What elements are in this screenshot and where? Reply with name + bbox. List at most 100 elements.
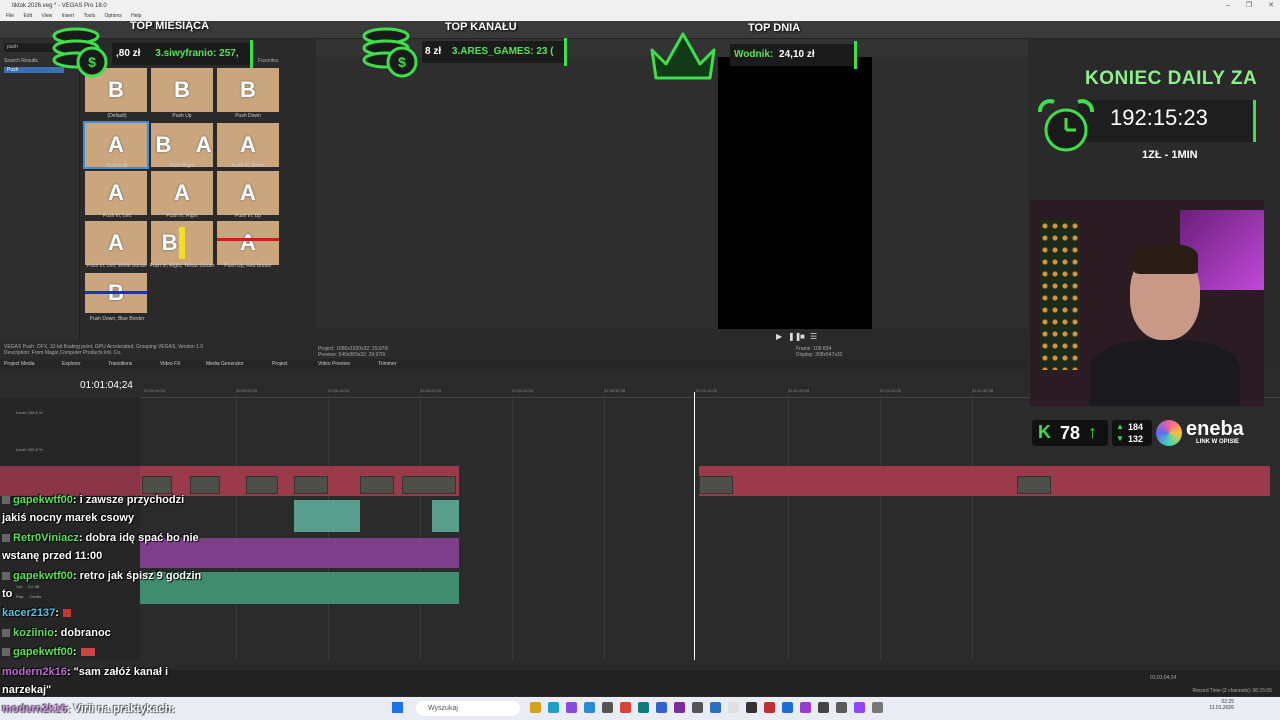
track-header-1[interactable]: Level: 100,0 % xyxy=(0,410,140,415)
menu-file[interactable]: File xyxy=(6,13,14,19)
tab-trimmer[interactable]: Trimmer xyxy=(378,359,396,369)
transition-label: Push In, Right, Yellow Border xyxy=(149,263,215,269)
app-icon[interactable] xyxy=(602,702,613,713)
transition-label: Push Down, Blue Border xyxy=(89,316,145,322)
chat-user: Retr0Viniacz xyxy=(13,532,79,544)
app-icon[interactable] xyxy=(710,702,721,713)
top-day-amount: 24,10 zł xyxy=(779,49,815,60)
app-icon[interactable] xyxy=(728,702,739,713)
folder-icon[interactable] xyxy=(530,702,541,713)
windows-start-icon[interactable] xyxy=(392,702,403,713)
favorites-tab[interactable]: Favorites xyxy=(258,58,279,64)
menu-options[interactable]: Options xyxy=(105,13,122,19)
transition-thumb-push-in-left-white-border[interactable]: A xyxy=(85,221,147,265)
transition-thumb-push-right[interactable]: BA xyxy=(151,123,213,167)
video-clip-2[interactable] xyxy=(294,500,360,532)
tab-project-media[interactable]: Project Media xyxy=(4,359,35,369)
app-icon[interactable] xyxy=(656,702,667,713)
vegas-window: tiktok 2026.veg * - VEGAS Pro 18.0 – ❐ ✕… xyxy=(0,0,1280,720)
tab-project[interactable]: Project xyxy=(272,359,288,369)
menu-edit[interactable]: Edit xyxy=(23,13,32,19)
transition-thumb-push-down[interactable]: B xyxy=(217,68,279,112)
twitch-icon[interactable] xyxy=(854,702,865,713)
minimize-button[interactable]: – xyxy=(1226,2,1230,9)
ruler-tick: 01:00:29;29 xyxy=(420,388,442,393)
clip-thumbnail xyxy=(360,476,394,494)
menu-icon[interactable]: ☰ xyxy=(810,332,817,341)
video-clip-3[interactable] xyxy=(432,500,459,532)
maximize-button[interactable]: ❐ xyxy=(1246,2,1252,9)
app-icon[interactable] xyxy=(800,702,811,713)
chat-user: kacer2137 xyxy=(2,607,56,619)
chat-user: gapekwtf00 xyxy=(13,570,73,582)
app-icon[interactable] xyxy=(836,702,847,713)
track-header-audio[interactable]: Vol: 0,0 dB xyxy=(0,584,140,589)
stop-icon[interactable]: ■ xyxy=(800,332,805,341)
ruler-tick: 01:01:59;28 xyxy=(972,388,994,393)
up-votes-icon: ▲ xyxy=(1116,422,1124,431)
app-icon[interactable] xyxy=(566,702,577,713)
daily-end-title: KONIEC DAILY ZA xyxy=(1085,68,1258,89)
coins-icon: $ xyxy=(362,27,418,78)
person-shirt xyxy=(1090,340,1240,406)
playhead-cursor[interactable] xyxy=(694,392,695,660)
track-header-2[interactable]: Level: 100,0 % xyxy=(0,447,140,452)
menu-tools[interactable]: Tools xyxy=(83,13,95,19)
app-icon[interactable] xyxy=(782,702,793,713)
tab-video-fx[interactable]: Video FX xyxy=(160,359,180,369)
top-channel-box: 8 zł 3.ARES_GAMES: 23 ( xyxy=(422,41,564,63)
chat-text: : i zawsze przychodzi xyxy=(72,494,185,506)
chat-text: : dobra idę spać bo nie xyxy=(78,532,199,544)
clip-thumbnail xyxy=(142,476,172,494)
transition-thumb-push-in-up[interactable]: A xyxy=(217,171,279,215)
tab-video-preview[interactable]: Video Preview xyxy=(318,359,350,369)
play-icon[interactable]: ▶ xyxy=(776,332,782,341)
transition-thumb-push-down-blue-border[interactable]: B xyxy=(85,273,147,313)
transition-thumb-push-up-red-border[interactable]: A xyxy=(217,221,279,265)
svg-text:$: $ xyxy=(88,54,96,70)
transition-thumb-push-in-right-yellow-border[interactable]: B xyxy=(151,221,213,265)
app-icon[interactable] xyxy=(746,702,757,713)
app-icon[interactable] xyxy=(584,702,595,713)
transition-thumb-push-up[interactable]: B xyxy=(151,68,213,112)
app-icon[interactable] xyxy=(674,702,685,713)
video-clip-long[interactable] xyxy=(699,466,1270,496)
app-icon[interactable] xyxy=(872,702,883,713)
app-icon[interactable] xyxy=(818,702,829,713)
taskbar-search-input[interactable]: Wyszukaj xyxy=(416,701,520,716)
track-header-audio-pan[interactable]: Pan: Center xyxy=(0,594,140,599)
transition-thumb-push-left[interactable]: A xyxy=(83,121,149,169)
tab-media-generator[interactable]: Media Generator xyxy=(206,359,244,369)
track-header-video[interactable] xyxy=(0,466,140,496)
menu-view[interactable]: View xyxy=(41,13,52,19)
tab-explorer[interactable]: Explorer xyxy=(62,359,81,369)
close-button[interactable]: ✕ xyxy=(1268,2,1274,9)
taskbar-clock[interactable]: 02:25 11.01.2026 xyxy=(1209,699,1234,711)
menu-insert[interactable]: Insert xyxy=(62,13,75,19)
edge-icon[interactable] xyxy=(548,702,559,713)
badge-icon xyxy=(2,534,10,543)
opera-icon[interactable] xyxy=(620,702,631,713)
transition-thumb-push-in-right[interactable]: A xyxy=(151,171,213,215)
window-title: tiktok 2026.veg * - VEGAS Pro 18.0 xyxy=(12,3,107,9)
vegas-icon[interactable] xyxy=(638,702,649,713)
menu-help[interactable]: Help xyxy=(131,13,141,19)
chat-text: to xyxy=(2,588,13,600)
plugin-description-line: Description: From Magix Computer Product… xyxy=(4,350,122,356)
app-icon[interactable] xyxy=(764,702,775,713)
tab-transitions[interactable]: Transitions xyxy=(108,359,132,369)
app-icon[interactable] xyxy=(692,702,703,713)
top-month-name: 3.siwyfranio: 257, xyxy=(155,48,239,59)
tree-item-search-results[interactable]: Search Results xyxy=(4,58,38,64)
chat-user: gapekwtf00 xyxy=(13,494,73,506)
top-month-title: TOP MIESIĄCA xyxy=(130,20,210,32)
transition-thumb-push-in-left[interactable]: A xyxy=(85,171,147,215)
video-clip-group[interactable] xyxy=(140,466,459,496)
track-level: Level: 100,0 % xyxy=(16,410,43,415)
grid-line xyxy=(236,398,237,660)
ruler-tick: 01:01:44;28 xyxy=(880,388,902,393)
christmas-tree xyxy=(1040,220,1080,370)
chat-message: jakiś nocny marek csowy xyxy=(2,512,134,524)
transition-thumb-push-in-down[interactable]: A xyxy=(217,123,279,167)
status-record-time: Record Time (2 channels): 36:15:05 xyxy=(1192,688,1273,694)
